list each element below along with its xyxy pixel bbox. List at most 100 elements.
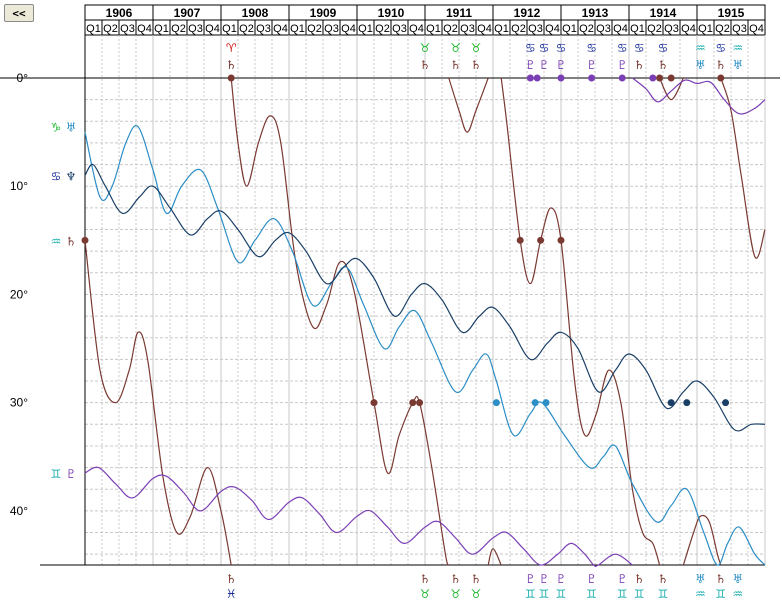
top-planet-icon: ♅ bbox=[732, 58, 743, 72]
bottom-planet-icon: ♄ bbox=[471, 572, 482, 586]
bottom-planet-icon: ♅ bbox=[732, 572, 743, 586]
top-planet-icon: ♄ bbox=[471, 58, 482, 72]
top-planet-icon: ♄ bbox=[658, 58, 669, 72]
quarter-label: Q3 bbox=[596, 23, 611, 35]
quarter-label: Q3 bbox=[256, 23, 271, 35]
marker-saturn bbox=[227, 74, 235, 82]
quarter-label: Q4 bbox=[205, 23, 220, 35]
bottom-sign-icon: ♉ bbox=[471, 587, 482, 601]
back-button[interactable]: << bbox=[4, 4, 34, 22]
top-sign-icon: ♋ bbox=[525, 41, 536, 55]
quarter-label: Q4 bbox=[409, 23, 424, 35]
left-planet-icon: ♆ bbox=[66, 169, 77, 183]
quarter-label: Q4 bbox=[613, 23, 628, 35]
series-line-pluto bbox=[84, 466, 633, 567]
year-label: 1911 bbox=[446, 6, 472, 20]
bottom-sign-icon: ♊ bbox=[634, 587, 645, 601]
chart-grid bbox=[84, 35, 766, 565]
marker-pluto bbox=[588, 74, 596, 82]
top-planet-icon: ♇ bbox=[539, 58, 550, 72]
quarter-label: Q2 bbox=[511, 23, 526, 35]
left-sign-icon: ♒ bbox=[51, 234, 62, 248]
quarter-label: Q1 bbox=[154, 23, 169, 35]
top-events: ♈♄♉♄♉♄♉♄♋♇♋♇♋♇♋♇♋♇♋♄♋♄♒♅♋♄♒♅ bbox=[226, 41, 743, 72]
bottom-sign-icon: ♊ bbox=[715, 587, 726, 601]
marker-pluto bbox=[533, 74, 541, 82]
quarter-label: Q3 bbox=[528, 23, 543, 35]
quarter-label: Q1 bbox=[222, 23, 237, 35]
quarter-label: Q1 bbox=[290, 23, 305, 35]
quarter-label: Q1 bbox=[630, 23, 645, 35]
quarter-label: Q2 bbox=[103, 23, 118, 35]
quarter-label: Q1 bbox=[698, 23, 713, 35]
marker-uranus bbox=[542, 399, 550, 407]
marker-pluto bbox=[526, 74, 534, 82]
top-planet-icon: ♅ bbox=[695, 58, 706, 72]
quarter-label: Q1 bbox=[494, 23, 509, 35]
series-line-saturn bbox=[487, 548, 502, 566]
bottom-planet-icon: ♄ bbox=[420, 572, 431, 586]
top-planet-icon: ♇ bbox=[617, 58, 628, 72]
series-line-saturn bbox=[448, 77, 489, 133]
quarter-label: Q1 bbox=[358, 23, 373, 35]
marker-saturn bbox=[667, 74, 675, 82]
bottom-sign-icon: ♊ bbox=[658, 587, 669, 601]
year-label: 1909 bbox=[310, 6, 337, 20]
top-sign-icon: ♋ bbox=[556, 41, 567, 55]
top-planet-icon: ♄ bbox=[420, 58, 431, 72]
quarter-label: Q2 bbox=[307, 23, 322, 35]
bottom-planet-icon: ♄ bbox=[634, 572, 645, 586]
y-tick-label: 40° bbox=[10, 504, 28, 518]
top-sign-icon: ♋ bbox=[539, 41, 550, 55]
quarter-label: Q1 bbox=[426, 23, 441, 35]
left-sign-icon: ♋ bbox=[51, 169, 62, 183]
marker-saturn bbox=[557, 236, 565, 244]
quarter-label: Q4 bbox=[477, 23, 492, 35]
top-sign-icon: ♈ bbox=[226, 41, 237, 55]
bottom-planet-icon: ♄ bbox=[450, 572, 461, 586]
quarter-label: Q2 bbox=[579, 23, 594, 35]
top-sign-icon: ♉ bbox=[420, 41, 431, 55]
quarter-label: Q4 bbox=[137, 23, 152, 35]
y-tick-label: 20° bbox=[10, 287, 28, 301]
y-tick-label: 10° bbox=[10, 179, 28, 193]
marker-uranus bbox=[492, 399, 500, 407]
quarter-label: Q2 bbox=[239, 23, 254, 35]
quarter-label: Q3 bbox=[664, 23, 679, 35]
bottom-planet-icon: ♇ bbox=[539, 572, 550, 586]
marker-saturn bbox=[537, 236, 545, 244]
quarter-label: Q4 bbox=[341, 23, 356, 35]
bottom-planet-icon: ♇ bbox=[617, 572, 628, 586]
bottom-sign-icon: ♒ bbox=[695, 587, 706, 601]
series-line-saturn bbox=[500, 77, 661, 566]
quarter-label: Q3 bbox=[392, 23, 407, 35]
series-line-pluto bbox=[632, 77, 766, 115]
top-sign-icon: ♒ bbox=[732, 41, 743, 55]
top-planet-icon: ♄ bbox=[715, 58, 726, 72]
bottom-sign-icon: ♉ bbox=[450, 587, 461, 601]
marker-neptune bbox=[667, 399, 675, 407]
bottom-planet-icon: ♇ bbox=[556, 572, 567, 586]
bottom-planet-icon: ♄ bbox=[658, 572, 669, 586]
marker-saturn bbox=[416, 399, 424, 407]
quarter-label: Q2 bbox=[647, 23, 662, 35]
time-axis-header: 1906Q1 Q2 Q3 Q41907Q1 Q2 Q3 Q41908Q1 Q2 Q3 Q41909… bbox=[84, 4, 766, 36]
transit-chart: 1906Q1 Q2 Q3 Q41907Q1 Q2 Q3 Q41908Q1 Q2 Q3 Q41909… bbox=[0, 4, 780, 601]
chart-markers bbox=[81, 74, 730, 407]
top-planet-icon: ♇ bbox=[525, 58, 536, 72]
left-sign-icon: ♑ bbox=[51, 121, 62, 135]
year-label: 1910 bbox=[378, 6, 405, 20]
top-sign-icon: ♋ bbox=[715, 41, 726, 55]
marker-pluto bbox=[557, 74, 565, 82]
quarter-label: Q3 bbox=[324, 23, 339, 35]
quarter-label: Q3 bbox=[120, 23, 135, 35]
top-planet-icon: ♄ bbox=[450, 58, 461, 72]
top-sign-icon: ♋ bbox=[617, 41, 628, 55]
top-sign-icon: ♒ bbox=[695, 41, 706, 55]
bottom-sign-icon: ♒ bbox=[732, 587, 743, 601]
top-planet-icon: ♄ bbox=[634, 58, 645, 72]
marker-neptune bbox=[722, 399, 730, 407]
year-label: 1914 bbox=[650, 6, 677, 20]
top-planet-icon: ♄ bbox=[226, 58, 237, 72]
bottom-planet-icon: ♇ bbox=[586, 572, 597, 586]
